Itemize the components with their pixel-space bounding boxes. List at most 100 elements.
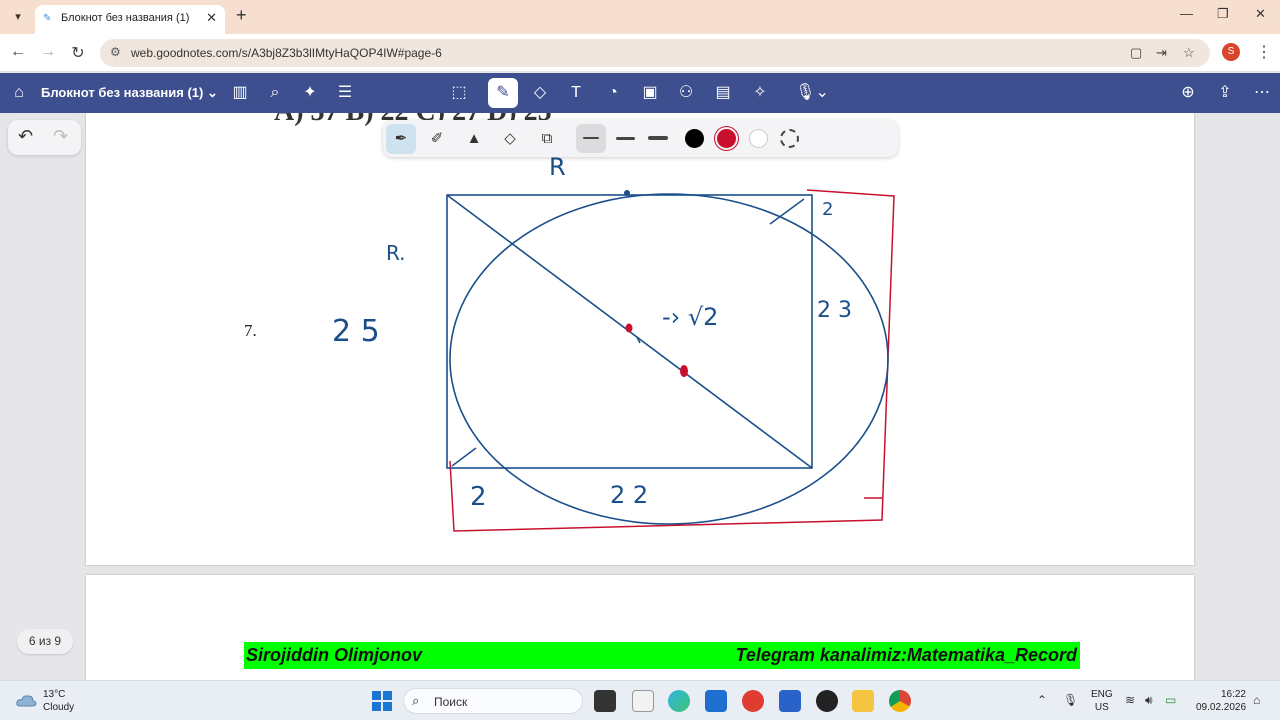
minimize-icon[interactable]: —	[1180, 6, 1193, 21]
undo-icon[interactable]: ↶	[18, 126, 33, 147]
stroke-medium-option[interactable]	[616, 137, 635, 140]
ai-sparkle-icon[interactable]: ✦	[299, 82, 321, 104]
handwritten-23: 2 3	[817, 298, 852, 323]
more-options-icon[interactable]: ⋯	[1251, 82, 1273, 104]
stroke-thin-option[interactable]	[576, 124, 606, 153]
sticky-note-icon[interactable]: ▤	[712, 82, 734, 104]
chrome-icon[interactable]	[889, 690, 911, 712]
notebook-title-text: Блокнот без названия (1)	[41, 85, 204, 100]
color-red-swatch[interactable]	[717, 129, 736, 148]
undo-redo-pill: ↶ ↷	[8, 120, 81, 155]
shape-tool-icon[interactable]: ⧉	[535, 127, 559, 151]
brush-pen-icon[interactable]: ▲	[462, 127, 486, 151]
share-icon[interactable]: ⇪	[1214, 82, 1236, 104]
show-hidden-icons-icon[interactable]: ⌃	[1037, 693, 1047, 707]
wps-office-icon[interactable]	[742, 690, 764, 712]
image-icon[interactable]: ▣	[639, 82, 661, 104]
task-view-icon[interactable]	[594, 690, 616, 712]
thumbnails-icon[interactable]: ▥	[229, 82, 251, 104]
ball-pen-icon[interactable]: ✐	[425, 127, 449, 151]
reload-icon[interactable]: ↻	[68, 43, 88, 63]
install-app-icon[interactable]: ⇥	[1156, 45, 1167, 61]
question-number: 7.	[244, 321, 257, 340]
forward-icon[interactable]: →	[38, 43, 58, 61]
profile-avatar[interactable]: S	[1222, 43, 1240, 61]
text-tool-icon[interactable]: T	[565, 82, 587, 104]
battery-icon[interactable]: ▭	[1165, 693, 1176, 707]
banner-channel: Telegram kanalimiz:Matematika_Record	[735, 645, 1077, 665]
handwritten-r-dot: R.	[386, 241, 406, 265]
tangent-point	[624, 190, 630, 196]
add-color-icon[interactable]	[780, 129, 799, 148]
tab-close-icon[interactable]: ✕	[206, 10, 217, 26]
center-point	[625, 323, 633, 333]
pen-palette: ✒ ✐ ▲ ◇ ⧉	[383, 120, 898, 157]
wifi-icon[interactable]: ≋	[1125, 693, 1135, 707]
restore-icon[interactable]: ❐	[1217, 6, 1229, 22]
windows-start-icon[interactable]	[371, 690, 393, 712]
corner-tick-bottom	[451, 447, 477, 467]
highlighter-shape-icon[interactable]: ◇	[498, 127, 522, 151]
lasso-icon[interactable]: ⬚	[448, 82, 470, 104]
ink-app-icon[interactable]	[632, 690, 654, 712]
eraser-icon[interactable]: ◇	[529, 82, 551, 104]
volume-icon[interactable]: 🔊︎	[1145, 693, 1153, 708]
url-text[interactable]: web.goodnotes.com/s/A3bj8Z3b3lIMtyHaQOP4…	[131, 46, 442, 60]
shapes-icon[interactable]: ◔	[602, 82, 624, 104]
handwritten-sqrt2: -› √2	[662, 303, 718, 331]
close-window-icon[interactable]: ✕	[1255, 6, 1266, 22]
site-info-icon[interactable]: ⚙	[110, 45, 121, 59]
tab-search-dropdown-icon[interactable]: ▾	[8, 7, 28, 27]
stroke-thick-option[interactable]	[648, 136, 668, 140]
weather-condition: Cloudy	[43, 702, 75, 713]
color-black-swatch[interactable]	[685, 129, 704, 148]
notifications-icon[interactable]: ⌂	[1253, 693, 1260, 707]
microphone-icon[interactable]: 🎙︎	[1063, 693, 1078, 707]
color-white-swatch[interactable]	[749, 129, 768, 148]
app-toolbar: ⌂ Блокнот без названия (1) ⌄ ▥ ⌕ ✦ ☰ ⬚ ✎…	[0, 73, 1280, 113]
tab-title: Блокнот без названия (1)	[61, 12, 190, 24]
redo-icon[interactable]: ↷	[53, 126, 68, 147]
outlook-icon[interactable]	[705, 690, 727, 712]
clipboard-icon[interactable]: ▢	[1130, 45, 1142, 61]
clock[interactable]: 16:22 09.02.2026	[1196, 688, 1246, 714]
audio-record-icon[interactable]: 🎙︎⌄	[795, 82, 829, 104]
handwritten-25: 2 5	[332, 314, 380, 349]
obs-icon[interactable]	[816, 690, 838, 712]
laser-pointer-icon[interactable]: ✧	[749, 82, 771, 104]
page-indicator[interactable]: 6 из 9	[17, 629, 73, 654]
pen-tool-icon[interactable]: ✎	[488, 78, 518, 108]
weather-widget[interactable]: 13°C Cloudy	[43, 688, 74, 714]
notebook-title[interactable]: Блокнот без названия (1) ⌄	[41, 85, 218, 101]
omnibox[interactable]: ⚙ web.goodnotes.com/s/A3bj8Z3b3lIMtyHaQO…	[100, 39, 1210, 67]
diagonal-point	[680, 365, 688, 377]
notebook-canvas[interactable]: A) 37 B) 22 C) 27 D) 25 7.	[0, 113, 1280, 680]
browser-tab[interactable]: ✎ Блокнот без названия (1) ✕	[35, 5, 225, 34]
bookmark-star-icon[interactable]: ☆	[1183, 45, 1195, 61]
search-placeholder: Поиск	[434, 695, 468, 709]
search-icon[interactable]: ⌕	[264, 82, 286, 104]
add-page-icon[interactable]: ⊕	[1177, 82, 1199, 104]
windows-taskbar: 13°C Cloudy ⌕ Поиск ⌃ 🎙︎ ENG US ≋ 🔊︎ ▭ 16:…	[0, 680, 1280, 720]
handwritten-2-bottom: 2	[470, 482, 487, 512]
fountain-pen-icon[interactable]: ✒	[386, 124, 416, 154]
home-icon[interactable]: ⌂	[8, 82, 30, 104]
handwritten-22: 2 2	[610, 481, 648, 509]
browser-menu-icon[interactable]: ⋮	[1256, 42, 1272, 62]
back-icon[interactable]: ←	[8, 43, 28, 61]
edge-icon[interactable]	[668, 690, 690, 712]
new-tab-icon[interactable]: +	[236, 5, 247, 26]
video-caption-banner: Sirojiddin Olimjonov Telegram kanalimiz:…	[244, 642, 1080, 669]
taskbar-search[interactable]: ⌕ Поиск	[403, 688, 583, 714]
time: 16:22	[1220, 689, 1246, 700]
outline-icon[interactable]: ☰	[334, 82, 356, 104]
address-bar: ← → ↻ ⚙ web.goodnotes.com/s/A3bj8Z3b3lIM…	[0, 34, 1280, 72]
language-indicator[interactable]: ENG US	[1091, 688, 1113, 714]
browser-tab-strip: ▾ ✎ Блокнот без названия (1) ✕ + — ❐ ✕	[0, 0, 1280, 34]
cloud-icon	[16, 695, 37, 707]
elements-icon[interactable]: ⚇	[675, 82, 697, 104]
temperature: 13°C	[43, 689, 66, 700]
notebook-page[interactable]: A) 37 B) 22 C) 27 D) 25 7.	[86, 113, 1194, 565]
store-icon[interactable]	[779, 690, 801, 712]
file-explorer-icon[interactable]	[852, 690, 874, 712]
